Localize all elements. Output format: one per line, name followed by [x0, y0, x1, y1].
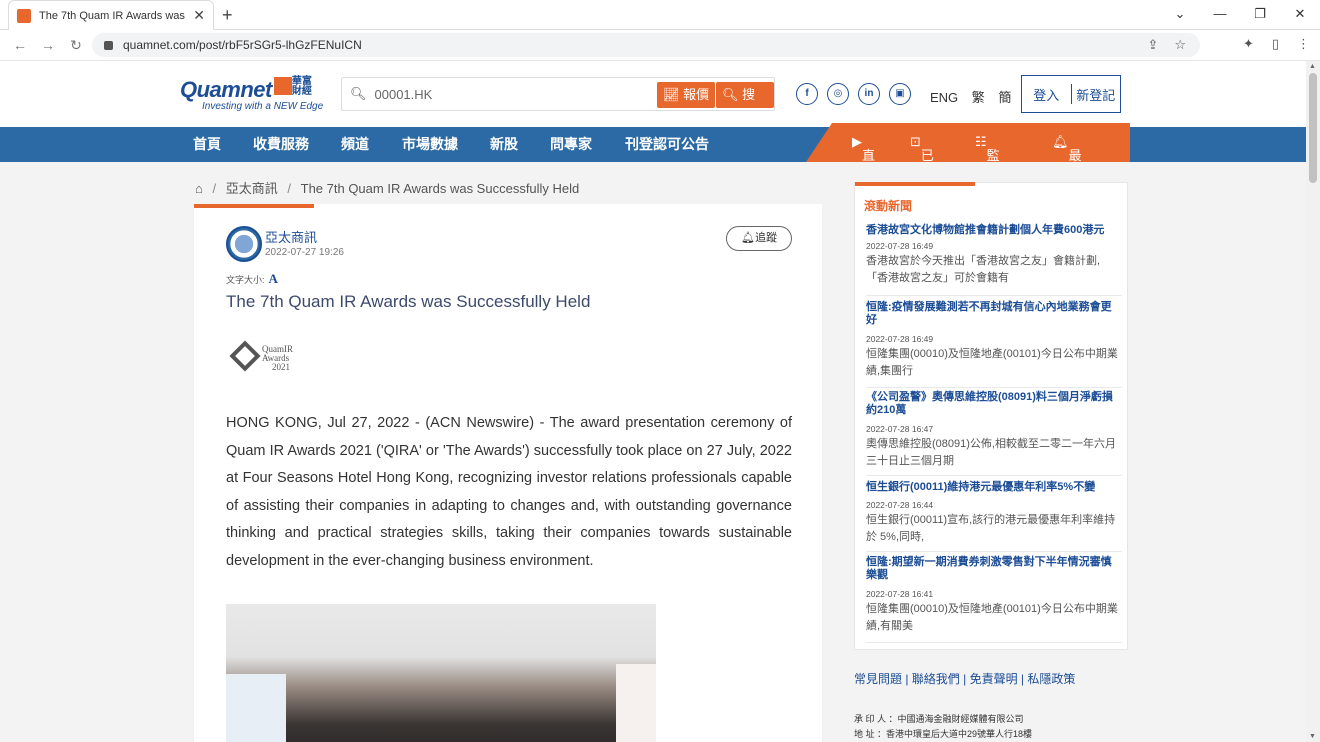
- list-item[interactable]: 香港故宮文化博物館推會籍計劃個人年費600港元 2022-07-28 16:49…: [866, 224, 1122, 296]
- site-favicon-icon: [17, 8, 31, 23]
- quote-button[interactable]: 📈︎ 報價: [657, 82, 716, 108]
- subscribed-link[interactable]: ⊡ 已訂閱: [910, 134, 934, 162]
- youtube-icon[interactable]: ▣: [889, 83, 911, 105]
- tab-title: The 7th Quam IR Awards was Su: [39, 9, 188, 22]
- back-icon[interactable]: ←: [6, 37, 34, 53]
- nav-channels[interactable]: 頻道: [341, 127, 369, 162]
- maximize-button[interactable]: ❐: [1240, 0, 1280, 30]
- lang-traditional[interactable]: 繁: [972, 90, 985, 105]
- url-field[interactable]: quamnet.com/post/rbF5rSGr5-lhGzFENuICN ⇪…: [92, 33, 1200, 57]
- notifications-link[interactable]: 🔔︎最新通知: [1052, 134, 1082, 162]
- browser-tab-strip: The 7th Quam IR Awards was Su ✕ + ⌄ — ❐ …: [0, 0, 1320, 30]
- page-scrollbar[interactable]: ▲ ▼: [1306, 61, 1320, 742]
- nav-announcements[interactable]: 刊登認可公告: [625, 127, 709, 162]
- extensions-icon[interactable]: ✦: [1243, 36, 1254, 52]
- article-title: The 7th Quam IR Awards was Successfully …: [226, 292, 591, 311]
- list-item[interactable]: 《公司盈警》奧傳思維控股(08091)料三個月淨虧損約210萬 2022-07-…: [866, 391, 1122, 476]
- live-link[interactable]: ▶︎ 直播: [852, 134, 875, 162]
- address-bar-row: ← → ↻ quamnet.com/post/rbF5rSGr5-lhGzFEN…: [0, 30, 1320, 61]
- page-content: ⌂ / 亞太商訊 / The 7th Quam IR Awards was Su…: [0, 162, 1320, 742]
- article-body: HONG KONG, Jul 27, 2022 - (ACN Newswire)…: [226, 415, 792, 569]
- bookmark-star-icon[interactable]: ☆: [1174, 37, 1186, 53]
- list-item[interactable]: 恒隆:疫情發展難測若不再封城有信心內地業務會更好 2022-07-28 16:4…: [866, 301, 1122, 388]
- new-tab-button[interactable]: +: [222, 5, 233, 26]
- scrollbar-thumb[interactable]: [1309, 73, 1317, 183]
- tab-close-icon[interactable]: ✕: [193, 7, 205, 24]
- close-window-button[interactable]: ✕: [1280, 0, 1320, 30]
- logo-badge-icon: [273, 77, 292, 95]
- list-item[interactable]: 恒隆:期望新一期消費券刺激零售對下半年情況審慎樂觀 2022-07-28 16:…: [866, 556, 1122, 643]
- side-panel-icon[interactable]: ▯: [1272, 36, 1279, 52]
- footer-links[interactable]: 常見問題 | 聯絡我們 | 免責聲明 | 私隱政策: [854, 670, 1075, 687]
- reload-icon[interactable]: ↻: [62, 37, 90, 54]
- nav-paid-services[interactable]: 收費服務: [253, 127, 309, 162]
- nav-ask-expert[interactable]: 問專家: [550, 127, 592, 162]
- facebook-icon[interactable]: f: [796, 83, 818, 105]
- share-icon[interactable]: ⇪: [1147, 37, 1158, 53]
- article-date: 2022-07-27 19:26: [265, 247, 344, 258]
- login-button[interactable]: 登入: [1022, 85, 1071, 104]
- nav-ipo[interactable]: 新股: [490, 127, 518, 162]
- browser-menu-icon[interactable]: ⋮: [1297, 36, 1310, 52]
- nav-market-data[interactable]: 市場數據: [402, 127, 458, 162]
- footer-info: 承 印 人 ：中國通海金融財經媒體有限公司 地 址 ：香港中環皇后大道中29號華…: [854, 714, 1033, 739]
- language-switcher: ENG 繁 簡: [930, 87, 1021, 106]
- search-input[interactable]: [374, 86, 655, 102]
- window-controls: ⌄ — ❐ ✕: [1160, 0, 1320, 30]
- home-icon[interactable]: ⌂: [195, 181, 203, 196]
- nav-home[interactable]: 首頁: [193, 127, 221, 162]
- list-item[interactable]: 恒生銀行(00011)維持港元最優惠年利率5%不變 2022-07-28 16:…: [866, 481, 1122, 552]
- author-name[interactable]: 亞太商訊: [265, 227, 317, 246]
- breadcrumb-current: The 7th Quam IR Awards was Successfully …: [300, 181, 580, 196]
- forward-icon[interactable]: →: [34, 37, 62, 53]
- author-avatar[interactable]: [226, 226, 262, 262]
- instagram-icon[interactable]: ◎: [827, 83, 849, 105]
- font-size-control: 文字大小: A: [226, 271, 278, 286]
- rolling-news-panel: 滾動新聞 香港故宮文化博物館推會籍計劃個人年費600港元 2022-07-28 …: [854, 182, 1128, 650]
- search-icon: 🔍︎: [350, 86, 367, 101]
- logo-tagline: Investing with a NEW Edge: [202, 101, 324, 112]
- watchlist-link[interactable]: ☷ 監視列表: [975, 134, 1000, 162]
- quam-ir-awards-logo: QuamIR Awards 2021: [228, 339, 308, 379]
- font-size-icon[interactable]: A: [269, 271, 278, 286]
- follow-button[interactable]: 🔔︎追蹤: [726, 226, 792, 251]
- breadcrumb-section[interactable]: 亞太商訊: [226, 181, 278, 196]
- main-nav: 首頁 收費服務 頻道 市場數據 新股 問專家 刊登認可公告 ▶︎ 直播 ⊡ 已訂…: [0, 123, 1320, 162]
- article-card: 亞太商訊 2022-07-27 19:26 🔔︎追蹤 文字大小: A The 7t…: [194, 204, 822, 742]
- tab-search-icon[interactable]: ⌄: [1160, 0, 1200, 30]
- linkedin-icon[interactable]: in: [858, 83, 880, 105]
- url-text: quamnet.com/post/rbF5rSGr5-lhGzFENuICN: [123, 38, 362, 52]
- lang-simplified[interactable]: 簡: [998, 90, 1011, 105]
- search-box: 🔍︎ 📈︎ 報價 🔍︎ 搜尋: [341, 77, 775, 128]
- quick-links-bar: ▶︎ 直播 ⊡ 已訂閱 ☷ 監視列表 🔔︎最新通知: [806, 123, 1130, 162]
- rolling-news-title: 滾動新聞: [864, 199, 913, 213]
- lock-icon: [104, 40, 113, 50]
- minimize-button[interactable]: —: [1200, 0, 1240, 30]
- account-box: 登入 新登記: [1021, 75, 1121, 113]
- lang-eng[interactable]: ENG: [930, 90, 958, 105]
- site-header: Quamnet 華富財經 Investing with a NEW Edge 🔍︎…: [0, 61, 1320, 128]
- browser-tab[interactable]: The 7th Quam IR Awards was Su ✕: [8, 0, 214, 30]
- search-button[interactable]: 🔍︎ 搜尋: [716, 82, 774, 128]
- article-photo: [226, 604, 656, 742]
- register-button[interactable]: 新登記: [1072, 85, 1121, 104]
- breadcrumb: ⌂ / 亞太商訊 / The 7th Quam IR Awards was Su…: [195, 181, 580, 196]
- quamnet-logo[interactable]: Quamnet 華富財經 Investing with a NEW Edge: [180, 77, 324, 113]
